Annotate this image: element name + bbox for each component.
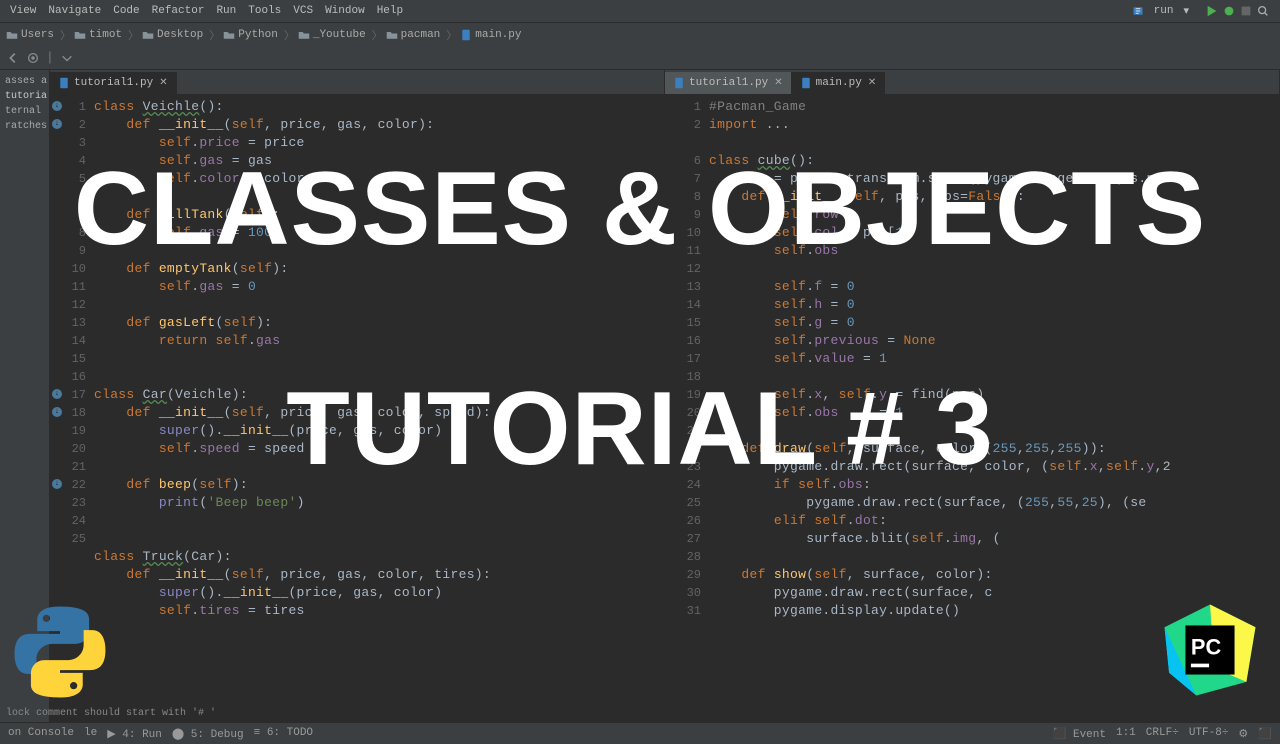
- status-caret: 1:1: [1116, 727, 1136, 741]
- svg-text:PC: PC: [1191, 635, 1222, 660]
- debug-icon[interactable]: [1222, 4, 1236, 18]
- right-tabs: tutorial1.py✕ main.py✕: [665, 70, 1279, 94]
- menu-navigate[interactable]: Navigate: [42, 5, 107, 17]
- crumb-youtube[interactable]: _Youtube: [298, 29, 369, 41]
- menu-code[interactable]: Code: [107, 5, 145, 17]
- status-todo[interactable]: ≡ 6: TODO: [254, 727, 313, 741]
- crumb-python[interactable]: Python: [223, 29, 281, 41]
- python-file-icon: [800, 77, 812, 89]
- python-file-icon: [58, 77, 70, 89]
- menu-tools[interactable]: Tools: [242, 5, 287, 17]
- run-configuration[interactable]: run ▾: [1126, 4, 1195, 18]
- left-code-area[interactable]: 1↓2↓34567891011121314151617↓18↓19202122↓…: [50, 94, 664, 722]
- gear-icon[interactable]: [26, 51, 40, 65]
- status-debug[interactable]: ⬤ 5: Debug: [172, 727, 244, 741]
- tab-tutorial1[interactable]: tutorial1.py✕: [50, 72, 177, 94]
- menu-vcs[interactable]: VCS: [287, 5, 319, 17]
- left-editor: tutorial1.py✕ 1↓2↓3456789101112131415161…: [50, 70, 665, 722]
- python-file-icon: [673, 77, 685, 89]
- pycharm-logo-icon: PC: [1160, 600, 1260, 700]
- menu-window[interactable]: Window: [319, 5, 371, 17]
- close-icon[interactable]: ✕: [774, 77, 782, 89]
- stop-icon[interactable]: [1239, 4, 1253, 18]
- status-console[interactable]: on Console: [8, 727, 74, 741]
- status-gear[interactable]: ⚙: [1238, 727, 1248, 741]
- status-run[interactable]: ▶ 4: Run: [107, 727, 162, 741]
- status-lock[interactable]: ⬛: [1258, 727, 1272, 741]
- status-event[interactable]: ⬛ Event: [1053, 727, 1106, 741]
- close-icon[interactable]: ✕: [868, 77, 876, 89]
- crumb-timot[interactable]: timot: [74, 29, 125, 41]
- menu-view[interactable]: View: [4, 5, 42, 17]
- toolbar: |: [0, 46, 1280, 70]
- menu-help[interactable]: Help: [371, 5, 409, 17]
- expand-icon[interactable]: [60, 51, 74, 65]
- tab-mainpy[interactable]: main.py✕: [792, 72, 886, 94]
- right-gutter: 1267891011121314151617181920212223242526…: [665, 94, 709, 722]
- status-hint: lock comment should start with '# ': [0, 707, 222, 720]
- play-icon[interactable]: [1205, 4, 1219, 18]
- status-bar: on Console le ▶ 4: Run ⬤ 5: Debug ≡ 6: T…: [0, 722, 1280, 744]
- sidebar-item[interactable]: asses and Ob: [2, 74, 47, 89]
- left-text[interactable]: class Veichle(): def __init__(self, pric…: [94, 94, 664, 722]
- back-icon[interactable]: [6, 51, 20, 65]
- status-eol[interactable]: CRLF÷: [1146, 727, 1179, 741]
- breadcrumbs: Users〉 timot〉 Desktop〉 Python〉 _Youtube〉…: [0, 22, 1280, 46]
- left-tabs: tutorial1.py✕: [50, 70, 664, 94]
- crumb-mainpy[interactable]: main.py: [460, 29, 524, 41]
- menu-run[interactable]: Run: [210, 5, 242, 17]
- sidebar-file[interactable]: tutorial1.py: [2, 89, 47, 104]
- menu-bar: View Navigate Code Refactor Run Tools VC…: [0, 0, 1280, 22]
- sidebar-item[interactable]: ternal Librari: [2, 104, 47, 119]
- python-logo-icon: [10, 602, 110, 702]
- status-encoding[interactable]: UTF-8÷: [1189, 727, 1229, 741]
- run-buttons: [1199, 4, 1276, 18]
- crumb-desktop[interactable]: Desktop: [142, 29, 206, 41]
- menu-refactor[interactable]: Refactor: [146, 5, 211, 17]
- tab-tutorial1-r[interactable]: tutorial1.py✕: [665, 72, 792, 94]
- search-icon[interactable]: [1256, 4, 1270, 18]
- status-le[interactable]: le: [84, 727, 97, 741]
- close-icon[interactable]: ✕: [159, 77, 167, 89]
- crumb-pacman[interactable]: pacman: [386, 29, 444, 41]
- sidebar-item[interactable]: ratches and C: [2, 119, 47, 134]
- crumb-users[interactable]: Users: [6, 29, 57, 41]
